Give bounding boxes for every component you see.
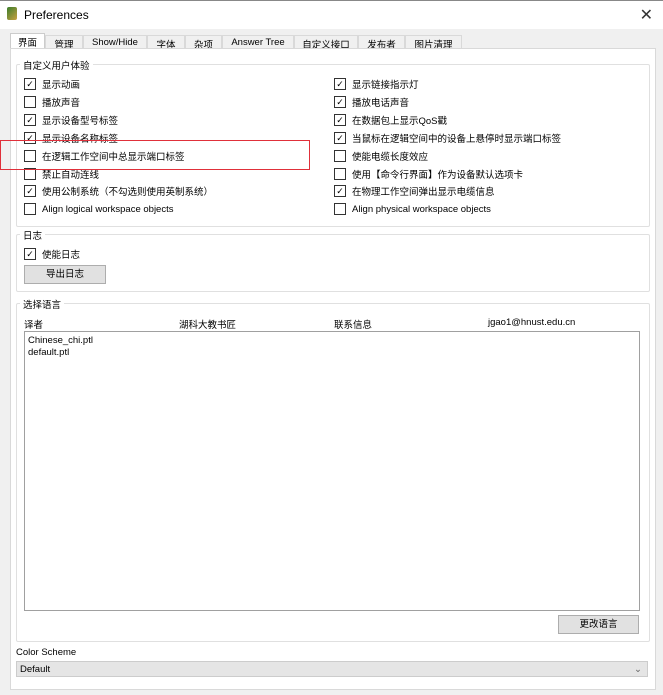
checkbox[interactable] [24,203,36,216]
translator-name: 湖科大教书匠 [179,320,237,331]
option-right-7[interactable]: Align physical workspace objects [334,202,491,216]
option-left-7[interactable]: Align logical workspace objects [24,202,173,216]
checkbox[interactable] [334,167,346,180]
checkbox[interactable]: ✓ [334,78,346,90]
option-left-1[interactable]: 播放声音 [24,95,80,109]
list-item[interactable]: Chinese_chi.ptl [25,332,639,346]
checkbox[interactable]: ✓ [24,78,36,90]
log-group-label: 日志 [20,228,46,242]
color-scheme-select[interactable]: Default ⌄ [16,661,648,677]
title-bar: Preferences ✕ [0,0,663,29]
checkbox[interactable]: ✓ [334,113,346,126]
checkbox-label: 显示动画 [42,80,81,91]
checkbox[interactable]: ✓ [334,185,346,198]
contact-label: 联系信息 [334,320,373,331]
checkbox-label: 使能日志 [42,250,81,261]
checkbox[interactable]: ✓ [334,131,346,144]
checkbox-label: 显示设备型号标签 [42,115,119,127]
checkbox-label: Align physical workspace objects [352,203,491,215]
option-right-0[interactable]: ✓ 显示链接指示灯 [334,77,419,91]
checkbox[interactable] [24,95,36,108]
log-group [16,234,650,292]
option-right-5[interactable]: 使用【命令行界面】作为设备默认选项卡 [334,167,523,181]
list-item[interactable]: default.ptl [25,346,639,358]
highlight-box [0,140,310,170]
checkbox-label: 使用公制系统（不勾选则使用英制系统） [42,187,214,199]
checkbox[interactable]: ✓ [334,95,346,108]
translator-label: 译者 [24,320,44,331]
option-right-3[interactable]: ✓ 当鼠标在逻辑空间中的设备上悬停时显示端口标签 [334,131,561,145]
checkbox[interactable]: ✓ [24,248,36,260]
checkbox-label: 播放电话声音 [352,97,410,109]
chevron-down-icon: ⌄ [634,664,642,675]
option-right-2[interactable]: ✓ 在数据包上显示QoS戳 [334,113,447,127]
option-left-2[interactable]: ✓ 显示设备型号标签 [24,113,118,127]
checkbox[interactable] [334,149,346,162]
option-right-1[interactable]: ✓ 播放电话声音 [334,95,409,109]
checkbox[interactable]: ✓ [24,185,36,198]
checkbox-label: 在数据包上显示QoS戳 [352,115,448,127]
checkbox-label: 使能电缆长度效应 [352,151,429,163]
checkbox-label: 当鼠标在逻辑空间中的设备上悬停时显示端口标签 [352,133,562,145]
checkbox[interactable]: ✓ [24,113,36,126]
color-scheme-value: Default [20,664,51,675]
close-icon[interactable]: ✕ [640,5,653,25]
language-file-list[interactable]: Chinese_chi.ptl default.ptl [24,331,640,611]
window-title: Preferences [24,8,89,22]
checkbox-label: Align logical workspace objects [42,203,174,215]
enable-log-checkbox[interactable]: ✓ 使能日志 [24,247,80,261]
change-language-button[interactable]: 更改语言 [558,615,639,634]
checkbox-label: 播放声音 [42,97,81,109]
option-left-6[interactable]: ✓ 使用公制系统（不勾选则使用英制系统） [24,184,213,198]
export-log-button[interactable]: 导出日志 [24,265,106,284]
language-group-label: 选择语言 [20,297,65,311]
option-left-0[interactable]: ✓ 显示动画 [24,77,80,91]
ux-group-label: 自定义用户体验 [20,58,93,72]
checkbox[interactable] [334,203,346,216]
option-right-6[interactable]: ✓ 在物理工作空间弹出显示电缆信息 [334,184,495,198]
app-icon [7,7,17,20]
checkbox-label: 显示链接指示灯 [352,80,419,91]
color-scheme-label: Color Scheme [16,647,77,658]
checkbox-label: 在物理工作空间弹出显示电缆信息 [352,187,495,199]
contact-email: jgao1@hnust.edu.cn [488,317,576,328]
option-right-4[interactable]: 使能电缆长度效应 [334,149,428,163]
checkbox-label: 使用【命令行界面】作为设备默认选项卡 [352,169,524,181]
